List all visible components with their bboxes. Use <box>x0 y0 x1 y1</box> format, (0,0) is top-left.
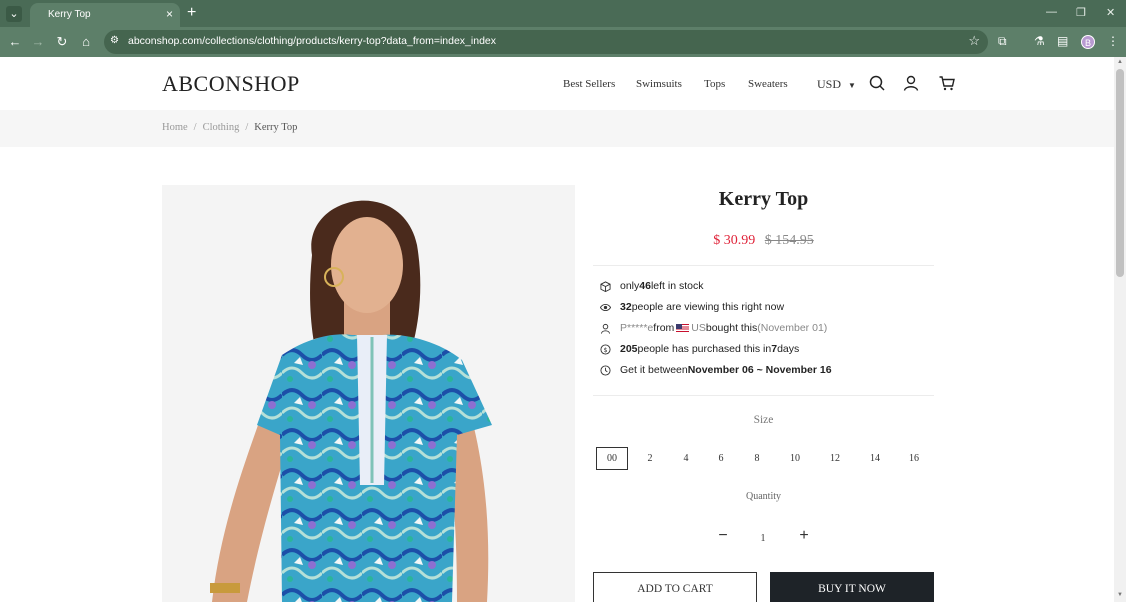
size-option-00[interactable]: 00 <box>596 447 628 470</box>
compare-price: $ 154.95 <box>764 233 814 248</box>
delivery-pre: Get it between <box>620 364 688 376</box>
price-block: $ 30.99 $ 154.95 <box>593 233 934 249</box>
breadcrumb-home[interactable]: Home <box>162 122 188 133</box>
minimize-icon[interactable]: — <box>1046 6 1057 18</box>
model-photo-illustration <box>162 185 575 602</box>
breadcrumb: Home / Clothing / Kerry Top <box>162 122 297 133</box>
stock-pre: only <box>620 280 640 292</box>
menu-best-sellers[interactable]: Best Sellers <box>563 78 615 90</box>
site-info-icon[interactable]: ⚙ <box>110 35 119 46</box>
delivery-range: November 06 ~ November 16 <box>687 364 832 376</box>
breadcrumb-current: Kerry Top <box>254 122 298 133</box>
buyer-country: US <box>691 322 706 334</box>
site-header: ABCONSHOP Best Sellers Swimsuits Tops Sw… <box>0 57 1114 110</box>
address-bar: ← → ↻ ⌂ ⚙ abconshop.com/collections/clot… <box>0 27 1126 57</box>
menu-swimsuits[interactable]: Swimsuits <box>636 78 682 90</box>
size-option-12[interactable]: 12 <box>819 447 851 470</box>
recent-from: from <box>653 322 675 334</box>
extensions-icon[interactable]: ⧉ <box>998 34 1007 49</box>
back-icon[interactable]: ← <box>7 34 23 49</box>
quantity-label: Quantity <box>746 491 781 502</box>
reload-icon[interactable]: ↻ <box>54 34 70 50</box>
sale-price: $ 30.99 <box>713 233 756 248</box>
browser-tab[interactable]: Kerry Top × <box>30 3 180 27</box>
product-title: Kerry Top <box>718 188 809 210</box>
product-image[interactable] <box>162 185 575 602</box>
dollar-coin-icon: $ <box>600 343 611 355</box>
forward-icon[interactable]: → <box>30 34 46 49</box>
menu-dots-icon[interactable]: ⋮ <box>1107 34 1119 48</box>
buyer-name: P*****e <box>620 322 654 334</box>
caret-down-icon: ▼ <box>848 81 856 90</box>
page-scrollbar[interactable]: ▲ ▼ <box>1114 57 1126 602</box>
stock-row: only 46 left in stock <box>600 280 703 292</box>
eye-icon <box>600 303 611 311</box>
search-icon[interactable] <box>868 74 886 92</box>
size-option-14[interactable]: 14 <box>859 447 891 470</box>
size-option-2[interactable]: 2 <box>634 447 666 470</box>
browser-tab-bar: ⌄ Kerry Top × + — ❐ ✕ <box>0 0 1126 27</box>
buy-now-button[interactable]: BUY IT NOW <box>770 572 934 602</box>
restore-icon[interactable]: ❐ <box>1076 6 1086 19</box>
scrollbar-thumb[interactable] <box>1116 69 1124 277</box>
tab-title: Kerry Top <box>48 9 91 20</box>
side-panel-icon[interactable]: ▤ <box>1057 34 1068 48</box>
purchased-row: $ 205 people has purchased this in 7 day… <box>600 343 799 355</box>
home-icon[interactable]: ⌂ <box>78 34 94 49</box>
purchased-post: days <box>777 343 800 355</box>
window-close-icon[interactable]: ✕ <box>1106 6 1115 19</box>
size-option-6[interactable]: 6 <box>705 447 737 470</box>
omnibox[interactable]: ⚙ abconshop.com/collections/clothing/pro… <box>104 30 988 54</box>
clock-icon <box>600 364 611 376</box>
breadcrumb-separator: / <box>245 122 249 133</box>
menu-sweaters[interactable]: Sweaters <box>748 78 788 90</box>
labs-icon[interactable]: ⚗ <box>1034 34 1045 48</box>
purchase-date: (November 01) <box>757 322 828 334</box>
recent-purchase-row: P*****e from US bought this (November 01… <box>600 322 827 334</box>
menu-tops[interactable]: Tops <box>704 78 725 90</box>
stock-count: 46 <box>639 280 651 292</box>
purchased-mid: people has purchased this in <box>637 343 772 355</box>
account-icon[interactable] <box>902 74 920 92</box>
quantity-decrease-button[interactable]: − <box>716 528 730 544</box>
us-flag-icon <box>676 324 690 332</box>
cart-icon[interactable] <box>938 74 956 92</box>
delivery-row: Get it between November 06 ~ November 16 <box>600 364 832 376</box>
divider <box>593 265 934 266</box>
scroll-down-arrow-icon[interactable]: ▼ <box>1116 592 1124 600</box>
quantity-value[interactable]: 1 <box>756 533 770 544</box>
currency-selector[interactable]: USD ▼ <box>817 77 856 92</box>
viewing-post: people are viewing this right now <box>631 301 785 313</box>
box-icon <box>600 280 611 292</box>
recent-bought: bought this <box>705 322 758 334</box>
currency-label: USD <box>817 77 842 91</box>
breadcrumb-separator: / <box>193 122 197 133</box>
breadcrumb-band: Home / Clothing / Kerry Top <box>0 110 1114 147</box>
add-to-cart-button[interactable]: ADD TO CART <box>593 572 757 602</box>
viewing-count: 32 <box>620 301 632 313</box>
user-icon <box>600 323 611 334</box>
tab-list-chevron-icon[interactable]: ⌄ <box>6 6 22 22</box>
new-tab-icon[interactable]: + <box>187 4 196 22</box>
site-logo[interactable]: ABCONSHOP <box>162 71 300 97</box>
quantity-increase-button[interactable]: + <box>797 528 811 544</box>
size-label: Size <box>753 414 774 426</box>
web-page: ABCONSHOP Best Sellers Swimsuits Tops Sw… <box>0 57 1114 602</box>
profile-avatar[interactable]: B <box>1081 35 1095 49</box>
divider <box>593 395 934 396</box>
scroll-up-arrow-icon[interactable]: ▲ <box>1116 59 1124 67</box>
size-option-4[interactable]: 4 <box>670 447 702 470</box>
breadcrumb-clothing[interactable]: Clothing <box>203 122 240 133</box>
size-option-10[interactable]: 10 <box>779 447 811 470</box>
bookmark-star-icon[interactable]: ☆ <box>968 33 980 49</box>
purchased-count: 205 <box>620 343 638 355</box>
tab-close-icon[interactable]: × <box>166 7 173 21</box>
viewing-row: 32 people are viewing this right now <box>600 301 784 313</box>
size-option-16[interactable]: 16 <box>898 447 930 470</box>
svg-text:$: $ <box>603 345 607 353</box>
stock-post: left in stock <box>650 280 704 292</box>
url-text[interactable]: abconshop.com/collections/clothing/produ… <box>128 35 496 47</box>
size-option-8[interactable]: 8 <box>741 447 773 470</box>
